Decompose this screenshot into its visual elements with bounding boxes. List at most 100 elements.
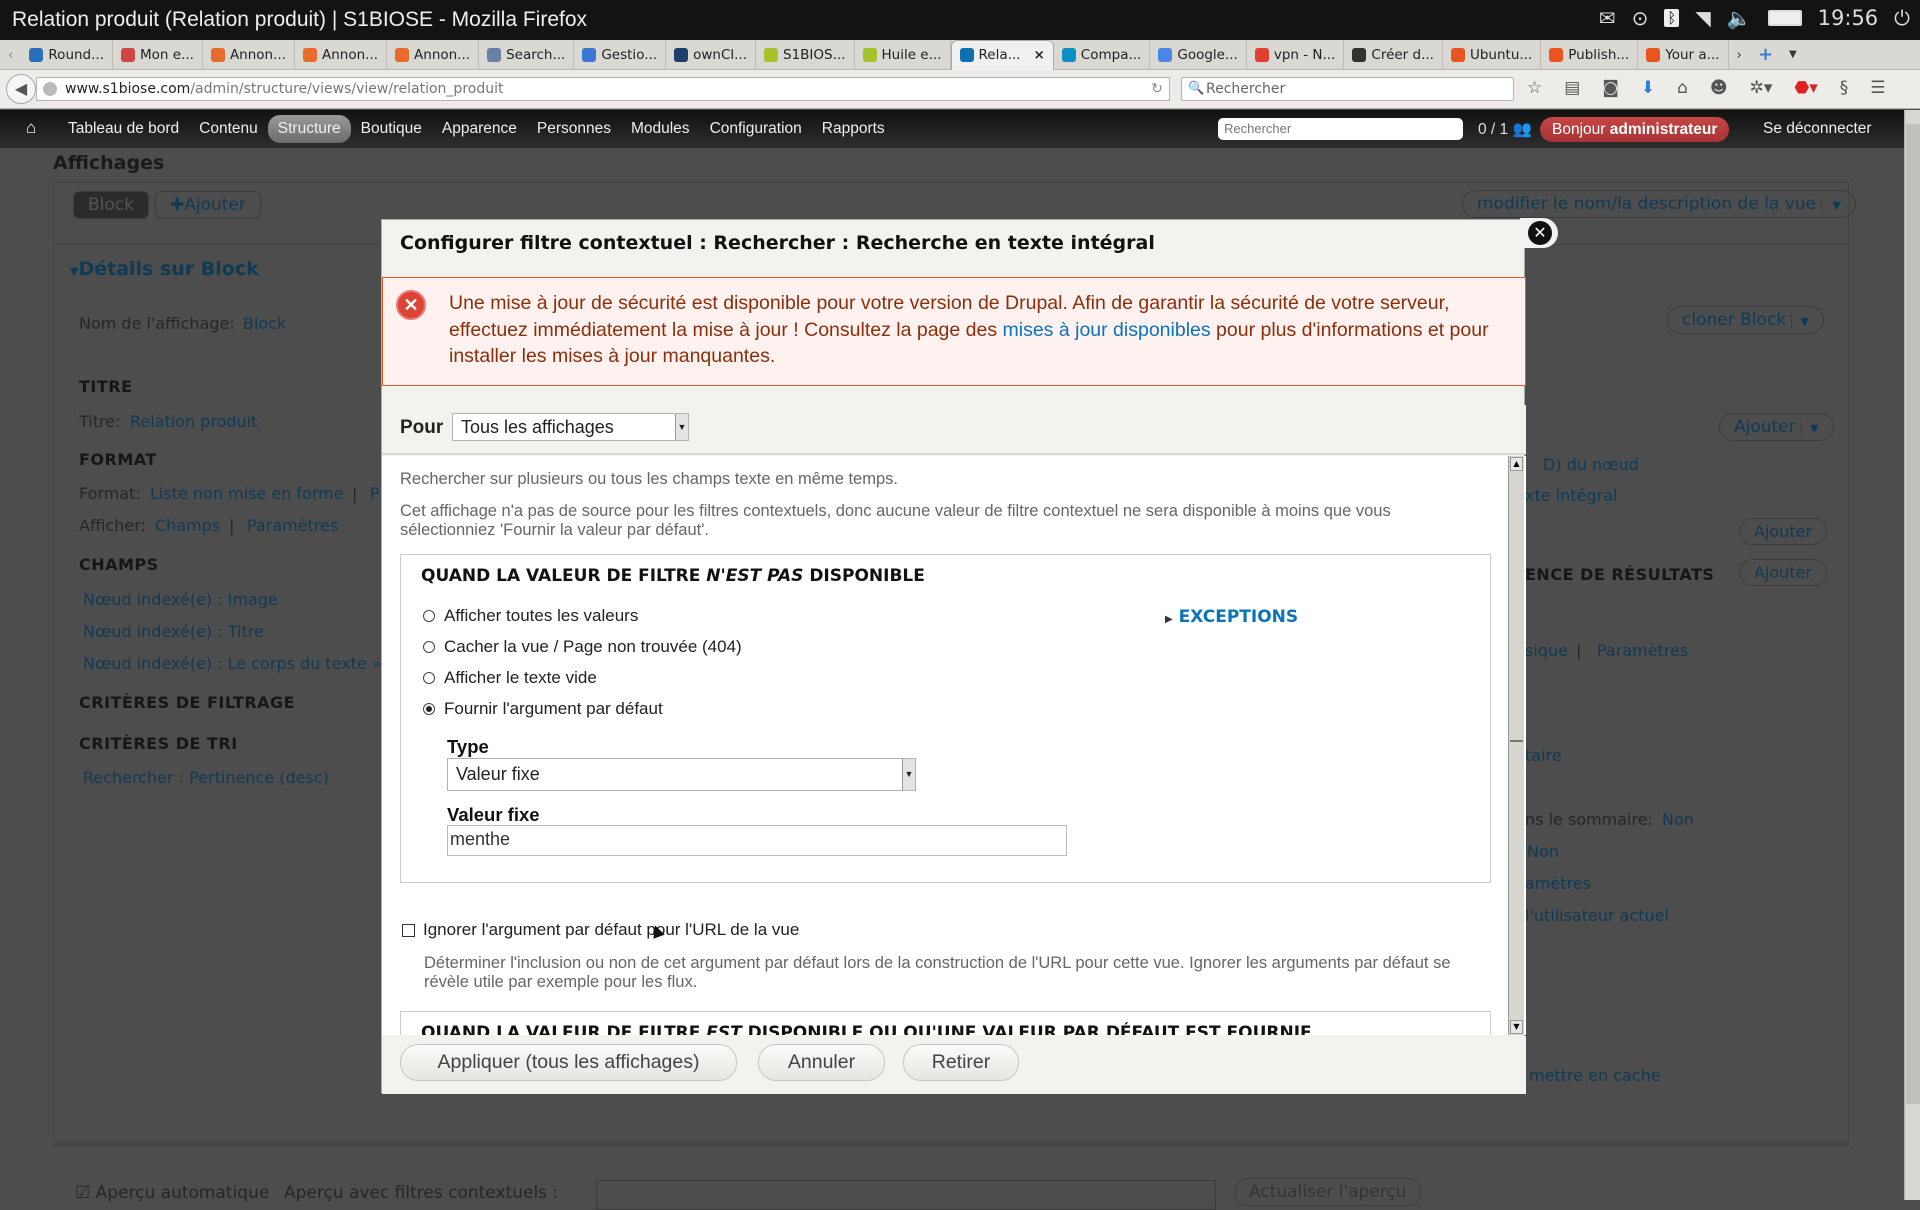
pocket-icon[interactable]: ◙	[1602, 78, 1619, 98]
apply-all-displays-button[interactable]: Appliquer (tous les affichages)	[400, 1044, 737, 1081]
location-icon[interactable]: ⊙	[1632, 6, 1649, 30]
auto-preview-checkbox[interactable]: ☑ Aperçu automatique	[75, 1183, 269, 1203]
tab-active[interactable]: Rela... ×	[950, 39, 1054, 70]
for-displays-select[interactable]: Tous les affichages ▼	[452, 413, 689, 441]
access-link[interactable]: l'utilisateur actuel	[1525, 906, 1669, 925]
bluetooth-icon[interactable]: ᛒ	[1664, 9, 1680, 27]
tab[interactable]: Mon e...	[113, 39, 203, 70]
home-icon[interactable]: ⌂	[1677, 78, 1688, 98]
sort-criterion-link[interactable]: Rechercher : Pertinence (desc)	[83, 768, 329, 787]
exceptions-toggle[interactable]: ▶ EXCEPTIONS	[1165, 607, 1298, 627]
admin-menu-item[interactable]: Boutique	[351, 115, 432, 143]
settings-link[interactable]: amètres	[1525, 874, 1591, 893]
available-updates-link[interactable]: mises à jour disponibles	[1003, 319, 1211, 341]
tab[interactable]: Your a...	[1638, 39, 1729, 70]
extension-icon[interactable]: ✲▾	[1750, 78, 1773, 98]
clone-display-button[interactable]: cloner Block ▼	[1667, 306, 1824, 334]
refresh-preview-button[interactable]: Actualiser l'aperçu	[1234, 1178, 1422, 1206]
show-fields-link[interactable]: Champs	[155, 516, 220, 535]
new-tab-icon[interactable]: +	[1750, 44, 1781, 65]
clock[interactable]: 19:56	[1818, 6, 1879, 30]
admin-menu-item[interactable]: Rapports	[812, 115, 895, 143]
radio-button[interactable]	[423, 641, 435, 653]
radio-empty-text[interactable]: Afficher le texte vide	[423, 668, 597, 688]
hamburger-menu-icon[interactable]: ☰	[1870, 78, 1885, 98]
dialog-scrollbar-thumb[interactable]	[1510, 472, 1523, 742]
radio-button[interactable]	[423, 610, 435, 622]
edit-view-name-button[interactable]: modifier le nom/la description de la vue…	[1462, 190, 1856, 218]
admin-search-input[interactable]: Rechercher	[1218, 118, 1463, 140]
field-link[interactable]: Nœud indexé(e) : Titre	[83, 622, 264, 641]
reading-list-icon[interactable]: ▤	[1564, 78, 1580, 98]
home-icon[interactable]: ⌂	[26, 118, 36, 138]
title-link[interactable]: Relation produit	[130, 412, 257, 431]
format-settings-link[interactable]: P	[370, 484, 380, 503]
tab[interactable]: Annon...	[387, 39, 480, 70]
tab[interactable]: Search...	[479, 39, 575, 70]
browser-search-input[interactable]: 🔍 Rechercher	[1181, 77, 1514, 101]
site-identity-icon[interactable]	[43, 82, 57, 96]
setting-link[interactable]: Non	[1527, 842, 1559, 861]
tab[interactable]: Créer d...	[1344, 39, 1443, 70]
format-link[interactable]: Liste non mise en forme	[150, 484, 344, 503]
cancel-button[interactable]: Annuler	[758, 1044, 885, 1081]
tab[interactable]: Annon...	[295, 39, 388, 70]
admin-menu-item[interactable]: Personnes	[527, 115, 621, 143]
ignore-default-argument-checkbox[interactable]: Ignorer l'argument par défaut pour l'URL…	[402, 920, 799, 940]
tab[interactable]: Google...	[1150, 39, 1247, 70]
display-tab-block[interactable]: Block	[73, 191, 149, 219]
admin-menu-item[interactable]: Apparence	[432, 115, 527, 143]
tab-close-icon[interactable]: ×	[1033, 47, 1044, 63]
add-filter-button[interactable]: Ajouter ▼	[1719, 413, 1834, 441]
bookmark-star-icon[interactable]: ☆	[1527, 78, 1542, 98]
admin-menu-item[interactable]: Modules	[621, 115, 700, 143]
tab[interactable]: Gestio...	[574, 39, 667, 70]
battery-icon[interactable]	[1767, 10, 1802, 26]
contextual-filter-link[interactable]: xte intégral	[1525, 486, 1617, 505]
more-link[interactable]: taire	[1525, 746, 1562, 765]
add-no-results-button[interactable]: Ajouter	[1739, 559, 1828, 586]
tabs-scroll-right-icon[interactable]: ›	[1729, 47, 1750, 63]
type-select[interactable]: Valeur fixe ▼	[447, 758, 916, 791]
logout-link[interactable]: Se déconnecter	[1763, 120, 1872, 138]
chevron-down-icon[interactable]: ▼	[1821, 199, 1841, 212]
tab[interactable]: vpn - N...	[1247, 39, 1345, 70]
checkbox[interactable]	[402, 923, 415, 937]
radio-default-argument[interactable]: Fournir l'argument par défaut	[423, 699, 663, 719]
download-icon[interactable]: ⬇	[1641, 78, 1655, 98]
chevron-down-icon[interactable]: ▼	[1791, 315, 1809, 328]
add-relationship-button[interactable]: Ajouter	[1739, 518, 1828, 545]
fixed-value-input[interactable]: menthe	[447, 825, 1067, 856]
admin-menu-item[interactable]: Contenu	[189, 115, 268, 143]
dialog-close-button[interactable]: ✕	[1520, 218, 1558, 248]
cache-link[interactable]: mettre en cache	[1529, 1066, 1661, 1085]
tab[interactable]: ownCl...	[666, 39, 757, 70]
radio-hide-view[interactable]: Cacher la vue / Page non trouvée (404)	[423, 637, 742, 657]
field-link[interactable]: Nœud indexé(e) : Le corps du texte »	[83, 654, 382, 673]
preview-filters-input[interactable]	[596, 1180, 1216, 1210]
tabs-scroll-left-icon[interactable]: ‹	[0, 47, 21, 63]
remove-button[interactable]: Retirer	[903, 1044, 1019, 1081]
tornado-icon[interactable]: §	[1840, 78, 1849, 98]
tab[interactable]: Annon...	[203, 39, 295, 70]
add-display-button[interactable]: ✚Ajouter	[155, 191, 261, 219]
chevron-down-icon[interactable]: ▼	[1801, 422, 1819, 435]
user-greeting-button[interactable]: Bonjour administrateur	[1540, 117, 1730, 142]
mail-icon[interactable]: ✉	[1599, 6, 1616, 30]
tab[interactable]: Ubuntu...	[1443, 39, 1542, 70]
dialog-scrollbar[interactable]: ▲ ▼	[1508, 456, 1524, 1035]
page-scrollbar-thumb[interactable]	[1906, 124, 1920, 1104]
tab[interactable]: Round...	[21, 39, 113, 70]
tab-list-dropdown-icon[interactable]: ▼	[1781, 49, 1805, 60]
contextual-filter-link[interactable]: D) du nœud	[1543, 455, 1639, 474]
reload-button[interactable]: ↻	[1145, 77, 1169, 101]
back-button[interactable]: ◀	[6, 74, 36, 104]
pager-link[interactable]: sique	[1525, 641, 1568, 660]
admin-menu-item[interactable]: Configuration	[700, 115, 812, 143]
details-toggle[interactable]: ▼Détails sur Block	[70, 258, 259, 280]
pager-settings-link[interactable]: Paramètres	[1597, 641, 1688, 660]
url-bar[interactable]: www.s1biose.com/admin/structure/views/vi…	[36, 77, 1170, 101]
tab[interactable]: S1BIOS...	[756, 39, 855, 70]
display-name-link[interactable]: Block	[243, 314, 286, 333]
page-scrollbar[interactable]	[1904, 110, 1920, 1200]
